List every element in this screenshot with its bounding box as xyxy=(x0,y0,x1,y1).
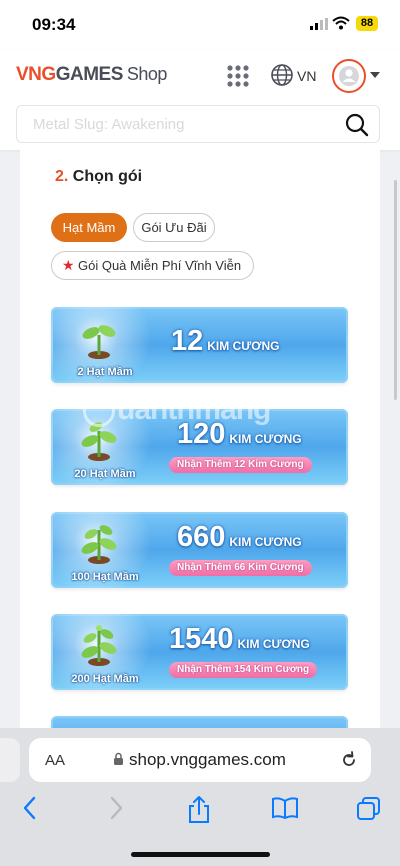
share-icon[interactable] xyxy=(186,796,212,824)
wifi-icon xyxy=(332,16,350,30)
sprout-icon xyxy=(81,625,117,666)
globe-icon[interactable] xyxy=(270,63,294,87)
watermark-text: uantrimang xyxy=(117,393,271,426)
diamond-count: 1540 xyxy=(169,623,234,655)
package-card-4[interactable]: 200 Hạt Mầm 1540 KIM CƯƠNG Nhận Thêm 154 … xyxy=(51,614,348,690)
back-icon[interactable] xyxy=(20,796,40,820)
diamond-unit: KIM CƯƠNG xyxy=(229,432,302,446)
diamond-unit: KIM CƯƠNG xyxy=(207,339,280,353)
star-icon: ★ xyxy=(62,257,75,273)
logo-shop: Shop xyxy=(126,64,168,84)
search-input[interactable]: Metal Slug: Awakening xyxy=(33,116,185,133)
package-seeds: 2 Hạt Mầm xyxy=(77,366,133,378)
step-number: 2. xyxy=(55,168,69,185)
tab-hat-mam[interactable]: Hạt Mầm xyxy=(51,213,127,242)
search-icon[interactable] xyxy=(344,112,370,138)
bonus-badge: Nhận Thêm 154 Kim Cương xyxy=(169,662,318,678)
logo-vng: VNG xyxy=(16,64,56,85)
tabs-icon[interactable] xyxy=(356,796,382,822)
reload-icon[interactable] xyxy=(339,750,359,770)
status-time: 09:34 xyxy=(32,15,76,34)
logo-games: GAMES xyxy=(55,64,124,85)
bonus-badge: Nhận Thêm 66 Kim Cương xyxy=(169,560,312,576)
url-text[interactable]: shop.vnggames.com xyxy=(129,750,286,770)
home-indicator xyxy=(131,852,270,857)
previous-tab[interactable] xyxy=(0,738,20,782)
sprout-icon xyxy=(81,525,117,564)
diamond-count: 660 xyxy=(177,521,226,553)
package-card-3[interactable]: 100 Hạt Mầm 660 KIM CƯƠNG Nhận Thêm 66 Ki… xyxy=(51,512,348,588)
battery-icon: 88 xyxy=(356,16,378,31)
diamond-unit: KIM CƯƠNG xyxy=(237,637,310,651)
step-title: 2. Chọn gói xyxy=(55,168,142,186)
bookmarks-icon[interactable] xyxy=(271,796,299,820)
step-title-text: Chọn gói xyxy=(72,168,143,185)
apps-grid-icon[interactable] xyxy=(226,64,250,88)
vnggames-shop-logo[interactable]: VNGGAMES Shop xyxy=(16,64,167,86)
aa-label: AA xyxy=(45,752,66,769)
language-selector[interactable]: VN xyxy=(297,68,316,84)
diamond-unit: KIM CƯƠNG xyxy=(229,535,302,549)
page-scrollbar[interactable] xyxy=(394,180,397,400)
tab-goi-uu-dai[interactable]: Gói Ưu Đãi xyxy=(133,213,215,242)
package-amount: 12 KIM CƯƠNG xyxy=(171,325,279,358)
watermark: uantrimang xyxy=(83,393,271,428)
reader-aa-button[interactable]: AA xyxy=(45,752,65,769)
bonus-badge: Nhận Thêm 12 Kim Cương xyxy=(169,457,312,473)
browser-toolbar: AA shop.vnggames.com xyxy=(0,728,400,866)
diamond-count: 12 xyxy=(171,325,204,357)
search-field[interactable]: Metal Slug: Awakening xyxy=(16,105,380,143)
cellular-signal-icon xyxy=(310,18,328,30)
package-seeds: 100 Hạt Mầm xyxy=(71,571,139,583)
browser-nav-row xyxy=(0,790,400,828)
chevron-down-icon[interactable] xyxy=(370,72,380,78)
status-bar: 09:34 88 xyxy=(0,0,400,50)
forward-icon[interactable] xyxy=(106,796,126,820)
package-seeds: 20 Hạt Mầm xyxy=(74,468,136,480)
package-amount: 660 KIM CƯƠNG xyxy=(177,521,302,554)
package-seeds: 200 Hạt Mầm xyxy=(71,673,139,685)
package-card-1[interactable]: 2 Hạt Mầm 12 KIM CƯƠNG xyxy=(51,307,348,383)
lock-icon xyxy=(114,752,123,765)
package-selection-card: 2. Chọn gói Hạt Mầm Gói Ưu Đãi ★ Gói Quà… xyxy=(20,150,380,792)
sprout-icon xyxy=(82,325,116,359)
tab-goi-qua-label: Gói Quà Miễn Phí Vĩnh Viễn xyxy=(78,258,242,273)
tab-goi-qua-mien-phi[interactable]: ★ Gói Quà Miễn Phí Vĩnh Viễn xyxy=(51,251,254,280)
package-amount: 1540 KIM CƯƠNG xyxy=(169,623,310,656)
address-bar[interactable]: AA shop.vnggames.com xyxy=(29,738,371,782)
site-header: VNGGAMES Shop VN Metal Slug: Awakening xyxy=(0,50,400,150)
user-avatar[interactable] xyxy=(332,59,366,93)
user-icon xyxy=(339,66,359,86)
